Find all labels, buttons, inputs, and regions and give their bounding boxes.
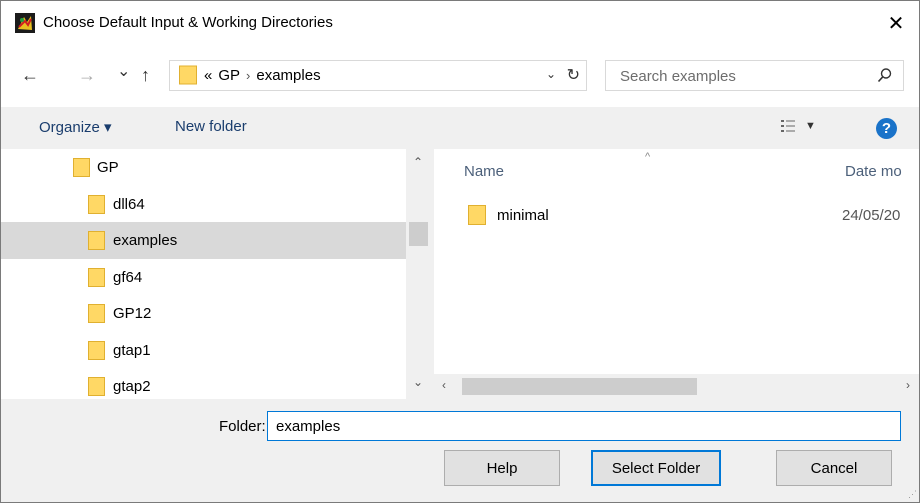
command-toolbar: Organize ▾ New folder ▼ ? (1, 107, 919, 149)
column-header-name[interactable]: Name (464, 163, 504, 180)
tree-item-gp[interactable]: GP (1, 149, 406, 186)
folder-icon (179, 65, 197, 85)
tree-item-examples[interactable]: examples (1, 222, 406, 259)
scroll-left-icon[interactable]: ‹ (442, 378, 446, 392)
cancel-button[interactable]: Cancel (776, 450, 892, 486)
search-input[interactable] (606, 61, 882, 92)
forward-button[interactable]: → (78, 65, 96, 86)
organize-button[interactable]: Organize ▾ (39, 118, 112, 136)
dialog-window: Choose Default Input & Working Directori… (0, 0, 920, 503)
sort-ascending-icon: ^ (645, 151, 651, 163)
folder-icon (73, 158, 90, 177)
close-button[interactable]: ✕ (873, 1, 919, 45)
change-view-button[interactable]: ▼ (781, 119, 816, 133)
tree-item-label: GP12 (113, 305, 152, 322)
horizontal-scrollbar[interactable]: ‹ › (434, 374, 919, 399)
refresh-icon[interactable]: ↻ (567, 65, 580, 85)
help-icon[interactable]: ? (876, 118, 897, 139)
search-box[interactable] (605, 60, 904, 92)
new-folder-button[interactable]: New folder (175, 118, 247, 135)
tree-item-gtap2[interactable]: gtap2 (1, 368, 406, 405)
tree-item-label: gtap1 (113, 342, 151, 359)
file-name: minimal (497, 207, 549, 224)
scroll-right-icon[interactable]: › (906, 378, 910, 392)
folder-icon (88, 268, 105, 287)
up-button[interactable]: ↑ (141, 65, 150, 86)
folder-icon (88, 231, 105, 250)
tree-item-dll64[interactable]: dll64 (1, 186, 406, 223)
folder-icon (88, 341, 105, 360)
breadcrumb-separator: › (246, 68, 251, 83)
tree-item-label: dll64 (113, 196, 145, 213)
tree-item-label: gf64 (113, 269, 143, 286)
title-bar: Choose Default Input & Working Directori… (1, 1, 919, 45)
navigation-pane: GP dll64 examples gf64 GP12 gtap1 gtap2 … (1, 149, 431, 399)
recent-locations-button[interactable]: ⌄ (117, 61, 130, 81)
column-header-date[interactable]: Date mo (845, 163, 902, 180)
scroll-down-icon[interactable]: ⌄ (413, 375, 423, 389)
tree-item-gtap1[interactable]: gtap1 (1, 332, 406, 369)
file-list-pane: ^ Name Date mo minimal 24/05/20 ‹ › (434, 149, 919, 399)
scrollbar-thumb[interactable] (462, 378, 697, 395)
app-icon (15, 13, 35, 33)
address-bar[interactable]: « GP › examples ⌄ ↻ (169, 60, 587, 91)
folder-icon (468, 205, 486, 225)
chevron-down-icon: ▼ (805, 120, 816, 132)
tree-item-label: examples (113, 232, 178, 249)
close-icon: ✕ (887, 12, 905, 35)
navigation-row: ← → ⌄ ↑ « GP › examples ⌄ ↻ (1, 45, 919, 107)
back-button[interactable]: ← (21, 65, 39, 86)
tree-item-label: GP (97, 159, 119, 176)
scrollbar-thumb[interactable] (409, 222, 428, 246)
select-folder-button[interactable]: Select Folder (591, 450, 721, 486)
address-dropdown-icon[interactable]: ⌄ (546, 67, 556, 81)
breadcrumb-item-gp[interactable]: GP (218, 67, 240, 84)
folder-icon (88, 195, 105, 214)
window-title: Choose Default Input & Working Directori… (43, 14, 333, 31)
scroll-up-icon[interactable]: ⌃ (413, 155, 423, 169)
file-date: 24/05/20 (842, 207, 901, 224)
details-view-icon (781, 120, 795, 132)
tree-item-gp12[interactable]: GP12 (1, 295, 406, 332)
file-row-minimal[interactable]: minimal 24/05/20 (444, 201, 919, 231)
tree-item-label: gtap2 (113, 378, 151, 395)
tree-item-gf64[interactable]: gf64 (1, 259, 406, 296)
folder-icon (88, 304, 105, 323)
folder-label: Folder: (219, 418, 266, 435)
search-icon[interactable] (877, 67, 893, 83)
breadcrumb-item-examples[interactable]: examples (256, 67, 320, 84)
breadcrumb: « GP › examples (204, 67, 321, 84)
folder-icon (88, 377, 105, 396)
vertical-scrollbar[interactable]: ⌃ ⌄ (406, 149, 431, 399)
help-button[interactable]: Help (444, 450, 560, 486)
breadcrumb-overflow[interactable]: « (204, 67, 212, 84)
folder-name-input[interactable] (267, 411, 901, 441)
resize-grip-icon[interactable]: ⋰ (908, 489, 917, 500)
